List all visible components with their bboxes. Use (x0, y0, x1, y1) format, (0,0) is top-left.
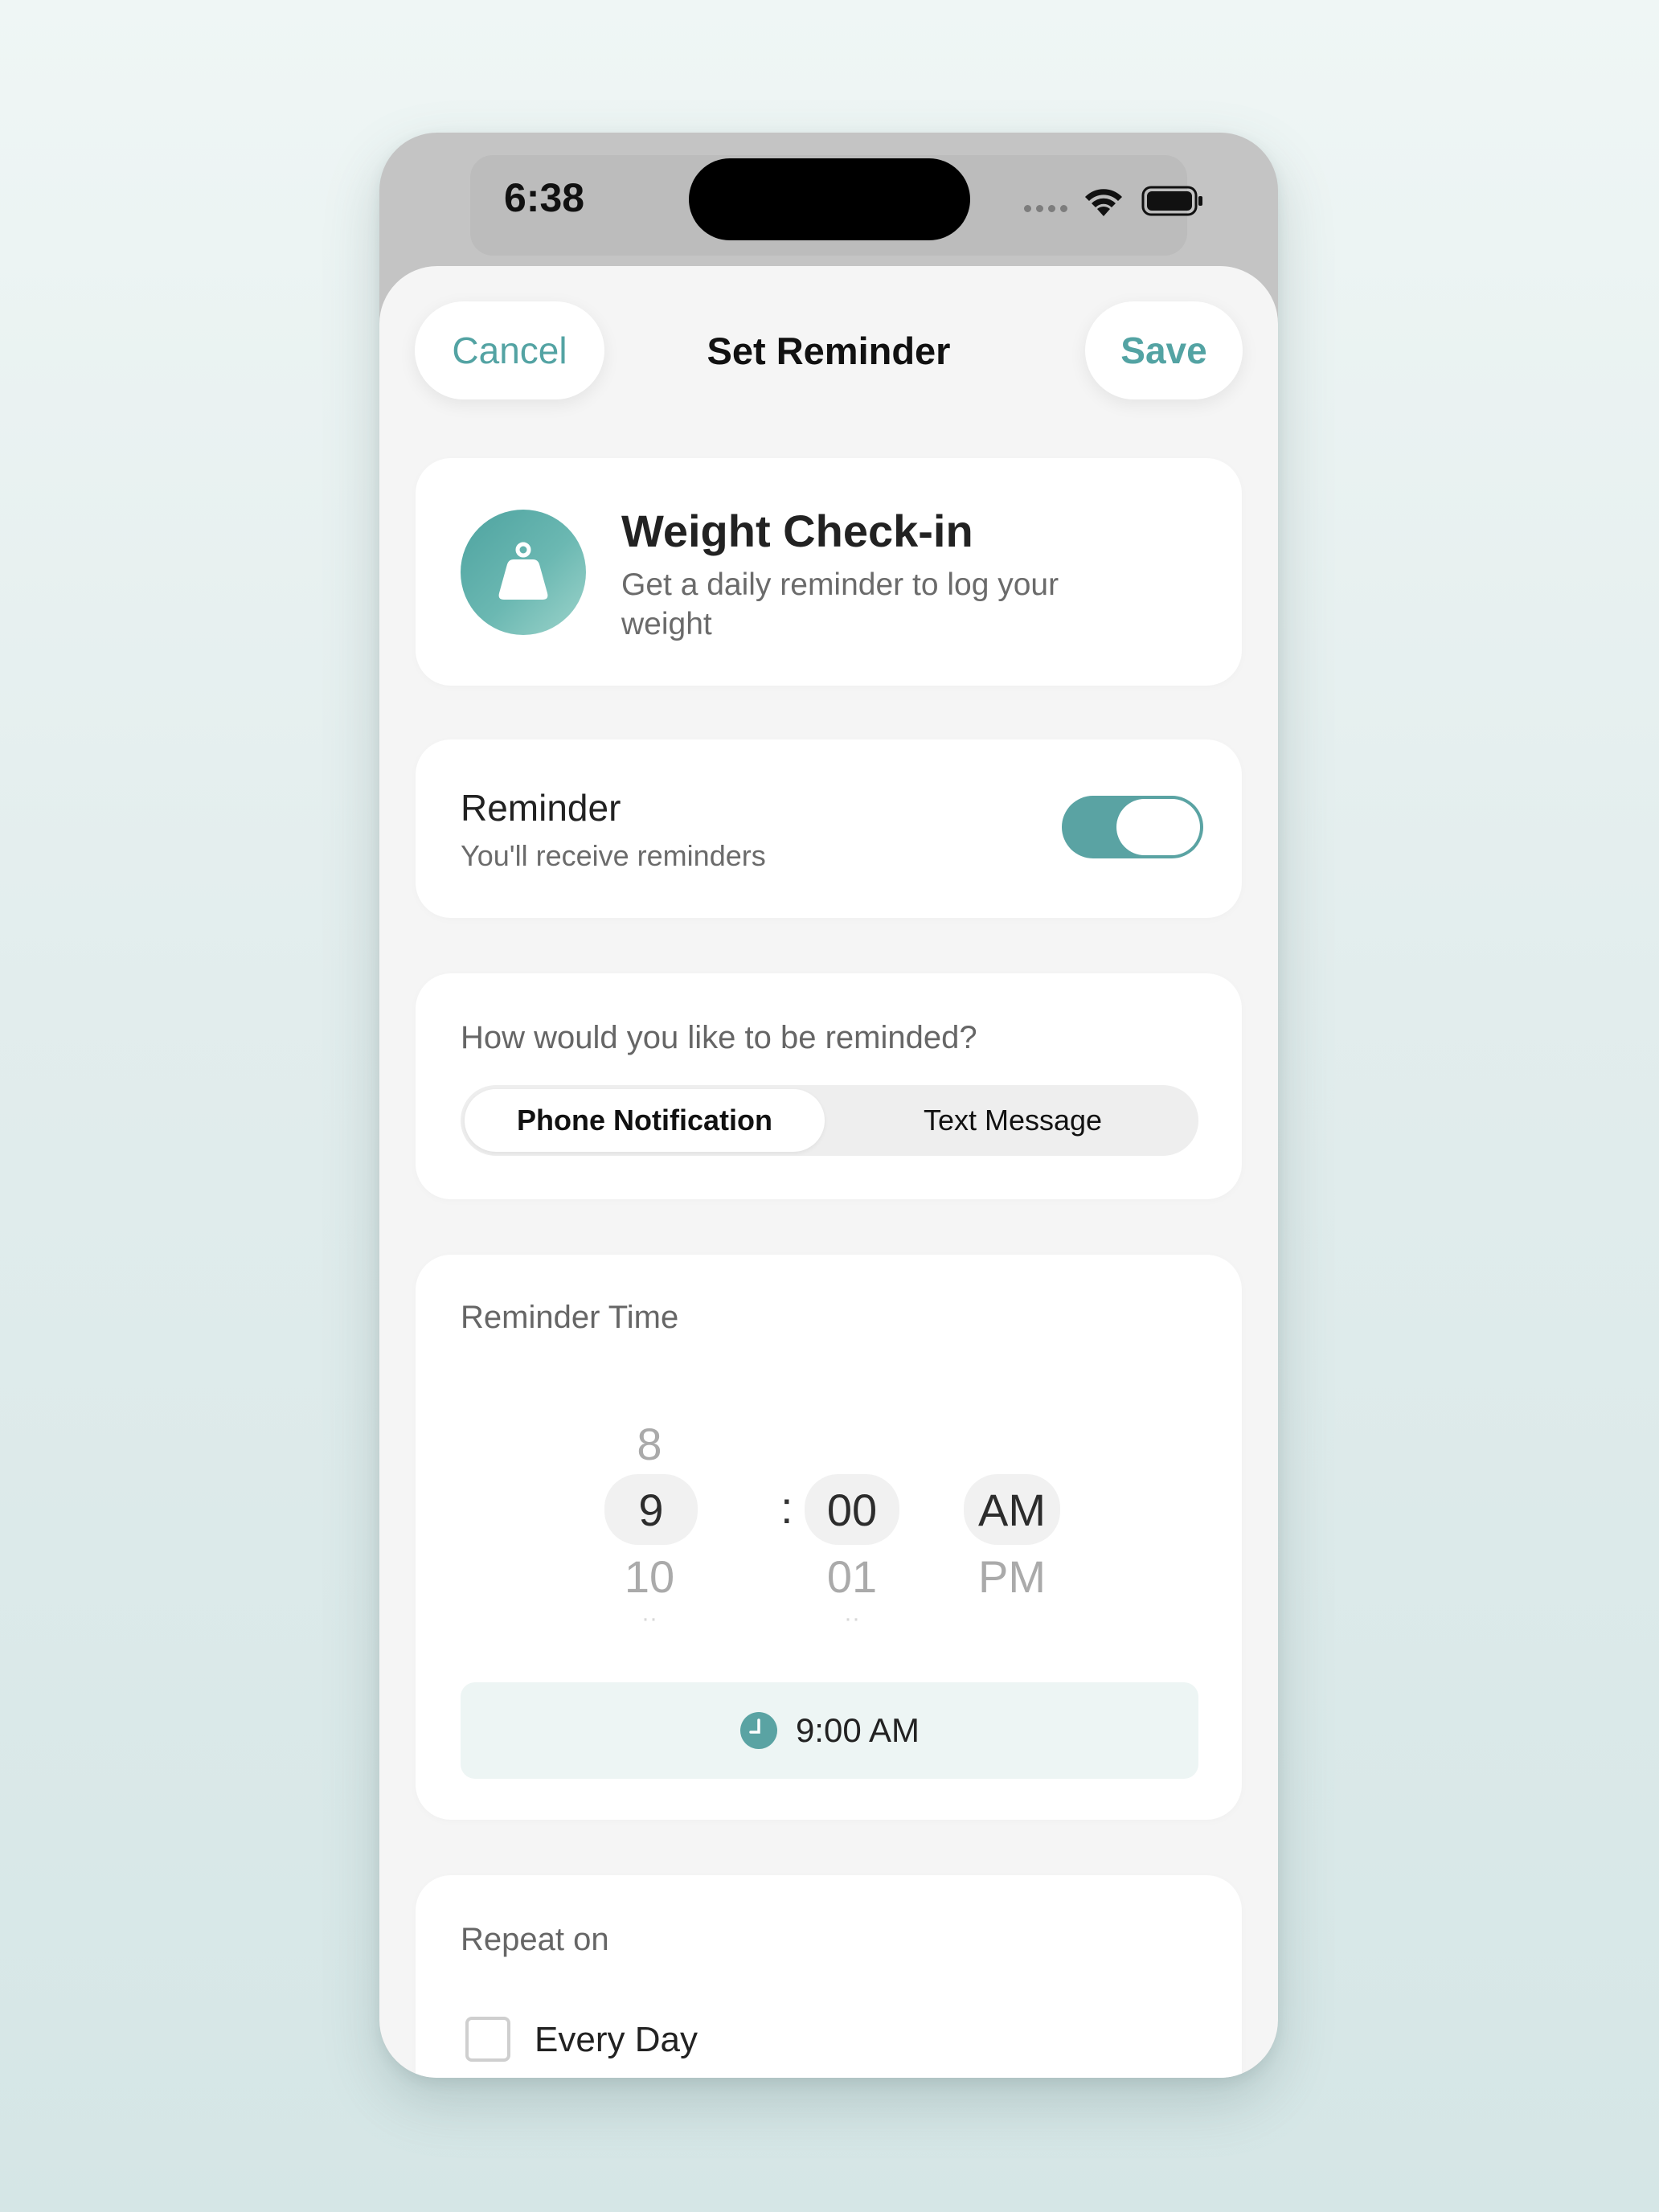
battery-icon (1141, 186, 1202, 216)
every-day-checkbox[interactable] (465, 2017, 510, 2062)
reminder-title: Weight Check-in (621, 506, 973, 556)
repeat-card: Repeat on Every Day (416, 1875, 1242, 2078)
clock-icon (739, 1712, 777, 1749)
reminder-toggle-title: Reminder (461, 787, 621, 829)
reminder-toggle-subtitle: You'll receive reminders (461, 839, 766, 872)
hour-option-fading: ·· (641, 1607, 657, 1631)
selected-time-summary: 9:00 AM (461, 1682, 1198, 1779)
cancel-button[interactable]: Cancel (415, 301, 604, 399)
cellular-signal-icon (1024, 205, 1067, 212)
reminder-info-card: Weight Check-in Get a daily reminder to … (416, 458, 1242, 686)
wifi-icon (1085, 189, 1122, 216)
reminder-time-label: Reminder Time (461, 1300, 679, 1335)
hour-option-above[interactable]: 8 (604, 1415, 694, 1472)
hour-option-below[interactable]: 10 (604, 1544, 694, 1608)
time-separator: : (780, 1482, 793, 1533)
reminder-toggle-switch[interactable] (1062, 796, 1203, 858)
reminder-sheet: Cancel Set Reminder Save Weight Check-in… (379, 266, 1278, 2078)
minute-option-below[interactable]: 01 (805, 1544, 899, 1608)
reminder-description: Get a daily reminder to log your weight (621, 567, 1059, 641)
every-day-label[interactable]: Every Day (535, 2020, 698, 2060)
reminder-method-segmented-control: Phone Notification Text Message (461, 1085, 1198, 1156)
status-bar-time: 6:38 (504, 175, 585, 220)
weight-scale-icon (498, 542, 548, 600)
phone-frame: 6:38 Cancel Set Reminder Save Weight Che… (379, 133, 1278, 2078)
reminder-time-card: Reminder Time 8 9 10 ·· : 00 01 ·· AM PM… (416, 1255, 1242, 1820)
dynamic-island (689, 158, 970, 240)
period-picker-selected[interactable]: AM (964, 1474, 1060, 1545)
hour-picker-selected[interactable]: 9 (604, 1474, 698, 1545)
toggle-knob (1116, 799, 1200, 855)
minute-option-fading: ·· (844, 1607, 860, 1631)
weight-scale-icon-badge (461, 510, 586, 635)
minute-picker-selected[interactable]: 00 (805, 1474, 899, 1545)
repeat-label: Repeat on (461, 1922, 609, 1957)
save-button[interactable]: Save (1085, 301, 1243, 399)
reminder-toggle-card: Reminder You'll receive reminders (416, 739, 1242, 918)
period-option-below[interactable]: PM (964, 1544, 1060, 1608)
segment-phone-notification[interactable]: Phone Notification (465, 1089, 825, 1152)
reminder-method-card: How would you like to be reminded? Phone… (416, 973, 1242, 1199)
reminder-method-question: How would you like to be reminded? (461, 1020, 977, 1055)
selected-time-text: 9:00 AM (795, 1711, 920, 1749)
segment-text-message[interactable]: Text Message (831, 1089, 1194, 1152)
